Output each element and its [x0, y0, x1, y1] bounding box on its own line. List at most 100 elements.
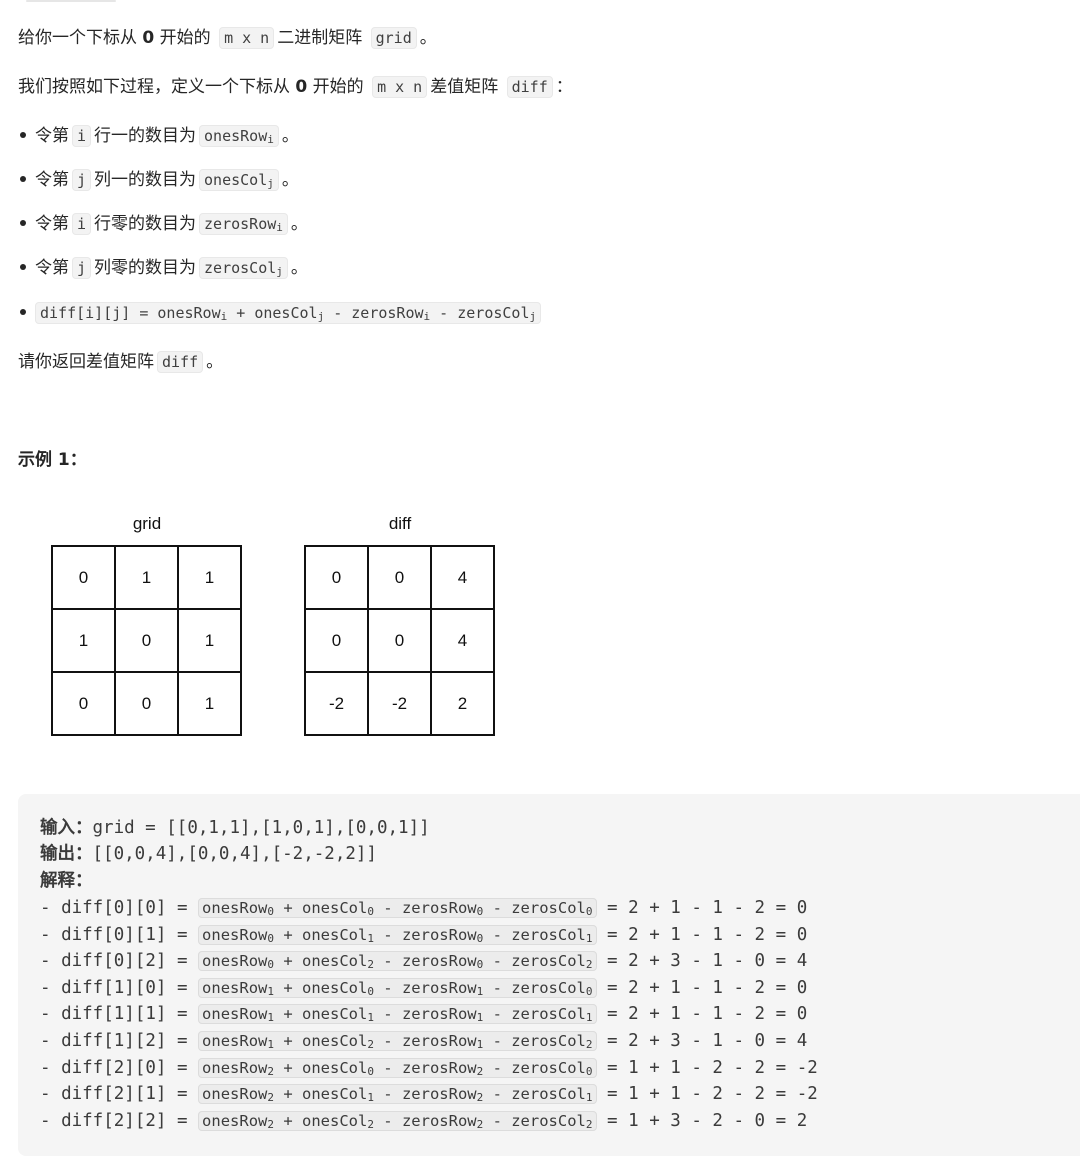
code-subscript: 0	[585, 984, 593, 998]
code-subscript: 2	[585, 1117, 593, 1131]
code-text: + onesCol	[274, 1058, 368, 1077]
matrix-cell: -2	[304, 671, 369, 736]
row-result: = 1 + 1 - 2 - 2 = -2	[596, 1057, 818, 1078]
matrix-cell: 2	[430, 671, 495, 736]
code-text: - zerosRow	[373, 1058, 477, 1077]
diff-matrix: 0 0 4 0 0 4 -2 -2 2	[304, 545, 495, 736]
code-text: - zerosRow	[373, 1085, 477, 1104]
explain-key: 解释：	[40, 871, 93, 891]
row-formula-code: onesRow0 + onesCol1 - zerosRow0 - zerosC…	[198, 924, 597, 945]
inline-code: m x n	[372, 76, 428, 98]
inline-code: onesRowi	[199, 125, 279, 147]
code-subscript: 1	[585, 931, 593, 945]
row-formula-code: onesRow0 + onesCol2 - zerosRow0 - zerosC…	[198, 951, 597, 972]
row-formula-code: onesRow1 + onesCol1 - zerosRow1 - zerosC…	[198, 1004, 597, 1025]
text: 。	[281, 170, 299, 190]
row-lhs: - diff[1][0] =	[40, 977, 199, 998]
matrix-cell: 0	[367, 608, 432, 673]
row-lhs: - diff[2][2] =	[40, 1110, 199, 1131]
grid-label: grid	[132, 514, 162, 533]
code-text: - zerosCol	[483, 1058, 586, 1077]
code-text: onesRow	[202, 899, 268, 917]
row-result: = 2 + 1 - 1 - 2 = 0	[596, 924, 808, 945]
row-result: = 2 + 1 - 1 - 2 = 0	[596, 977, 808, 998]
matrix-cell: 4	[430, 608, 495, 673]
code-subscript: j	[529, 310, 537, 323]
code-text: - zerosCol	[483, 1085, 586, 1104]
inline-code: j	[72, 257, 92, 279]
inline-code: onesColj	[199, 169, 279, 191]
matrix-cell: 0	[114, 671, 179, 736]
text: 行一的数目为	[94, 126, 197, 146]
text: 开始的	[159, 28, 211, 48]
code-subscript: 2	[367, 958, 374, 972]
matrix-row: 0 1 1	[51, 545, 242, 610]
example-explain-line: 解释：	[40, 868, 93, 895]
input-key: 输入：	[40, 818, 93, 838]
text: 列一的数目为	[94, 170, 197, 190]
bold-zero: 0	[295, 77, 308, 97]
row-formula-code: onesRow1 + onesCol2 - zerosRow1 - zerosC…	[198, 1031, 597, 1051]
output-value: [[0,0,4],[0,0,4],[-2,-2,2]]	[92, 844, 377, 864]
code-subscript: 1	[267, 1038, 274, 1051]
code-text: - zerosCol	[483, 1111, 586, 1130]
text: 列零的数目为	[94, 258, 197, 278]
code-text: + onesCol	[274, 1005, 368, 1024]
code-text: onesRow	[202, 1058, 268, 1077]
output-key: 输出：	[40, 844, 93, 864]
code-subscript: 2	[585, 958, 593, 972]
matrix-cell: 1	[177, 545, 242, 610]
code-subscript: 1	[585, 1011, 593, 1025]
row-lhs: - diff[2][1] =	[40, 1084, 199, 1105]
code-text: - zerosRow	[324, 304, 424, 322]
code-subscript: 1	[367, 1091, 374, 1105]
code-subscript: i	[267, 133, 274, 146]
code-subscript: 0	[267, 958, 274, 972]
code-text: - zerosRow	[373, 1111, 477, 1130]
code-text: onesRow	[202, 978, 268, 997]
intro-paragraph-2: 我们按照如下过程，定义一个下标从 0 开始的 m x n 差值矩阵 diff：	[18, 75, 573, 99]
code-subscript: 0	[585, 905, 593, 918]
matrix-row: -2 -2 2	[304, 671, 495, 736]
code-subscript: 2	[585, 1038, 593, 1051]
code-subscript: 2	[367, 1117, 374, 1131]
example-input-line: 输入：grid = [[0,1,1],[1,0,1],[0,0,1]]	[40, 815, 430, 842]
code-text: + onesCol	[274, 1032, 368, 1050]
inline-code: zerosRowi	[199, 213, 288, 235]
code-text: - zerosCol	[483, 1005, 586, 1024]
bullet-dot-icon	[20, 175, 26, 182]
matrix-cell: 4	[430, 545, 495, 610]
code-text: onesRow	[202, 952, 268, 971]
code-text: onesRow	[202, 1111, 268, 1130]
inline-code: grid	[370, 27, 417, 49]
text: 。	[206, 352, 224, 372]
matrix-cell: 1	[177, 608, 242, 673]
row-result: = 2 + 3 - 1 - 0 = 4	[596, 951, 808, 972]
matrix-cell: 0	[304, 545, 369, 610]
code-text: - zerosCol	[483, 899, 586, 917]
code-subscript: 0	[267, 931, 274, 945]
matrix-row: 0 0 1	[51, 671, 242, 736]
code-subscript: 2	[267, 1064, 274, 1078]
text: 令第	[35, 170, 69, 190]
code-subscript: j	[276, 265, 283, 278]
code-text: zerosCol	[204, 259, 277, 277]
code-text: zerosRow	[204, 215, 277, 233]
grid-matrix: 0 1 1 1 0 1 0 0 1	[51, 545, 242, 736]
code-text: + onesCol	[274, 925, 368, 944]
row-formula-code: onesRow2 + onesCol1 - zerosRow2 - zerosC…	[198, 1084, 597, 1105]
inline-code: diff	[157, 351, 204, 373]
code-text: - zerosCol	[483, 1032, 586, 1050]
example-output-line: 输出：[[0,0,4],[0,0,4],[-2,-2,2]]	[40, 841, 377, 868]
formula-code: diff[i][j] = onesRowi + onesColj - zeros…	[35, 302, 542, 324]
row-lhs: - diff[1][2] =	[40, 1031, 199, 1051]
example-heading: 示例 1：	[18, 450, 87, 470]
bullet-item: 令第 j 列一的数目为 onesColj。	[18, 168, 299, 192]
input-value: grid = [[0,1,1],[1,0,1],[0,0,1]]	[92, 818, 430, 838]
code-text: - zerosRow	[373, 978, 477, 997]
code-text: - zerosRow	[373, 1032, 477, 1050]
inline-code: i	[72, 213, 92, 235]
code-text: + onesCol	[274, 1085, 368, 1104]
row-lhs: - diff[2][0] =	[40, 1057, 199, 1078]
text: 开始的	[312, 77, 364, 97]
